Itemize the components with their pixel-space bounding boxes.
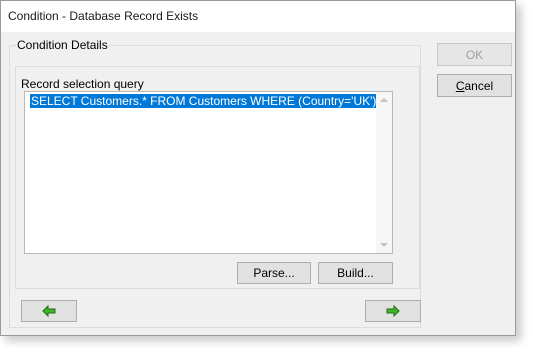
- parse-button[interactable]: Parse...: [237, 262, 311, 284]
- back-button[interactable]: [21, 300, 77, 322]
- cancel-accel-letter: C: [455, 78, 465, 93]
- query-text-selected: SELECT Customers.* FROM Customers WHERE …: [30, 94, 378, 108]
- build-button[interactable]: Build...: [318, 262, 393, 284]
- vertical-scrollbar[interactable]: [376, 92, 392, 253]
- window-title: Condition - Database Record Exists: [8, 9, 199, 23]
- cancel-label-rest: ancel: [464, 78, 494, 93]
- title-bar[interactable]: Condition - Database Record Exists: [1, 1, 515, 32]
- ok-button[interactable]: OK: [437, 43, 512, 66]
- next-button[interactable]: [365, 300, 421, 322]
- arrow-right-icon: [386, 305, 400, 317]
- query-text-line: SELECT Customers.* FROM Customers WHERE …: [30, 94, 378, 108]
- scroll-up-icon[interactable]: [380, 98, 388, 102]
- arrow-left-icon: [42, 305, 56, 317]
- record-selection-query-label: Record selection query: [21, 77, 144, 91]
- record-selection-query-textarea[interactable]: SELECT Customers.* FROM Customers WHERE …: [24, 91, 393, 254]
- cancel-button[interactable]: Cancel: [437, 74, 512, 97]
- condition-details-legend: Condition Details: [16, 38, 109, 52]
- scroll-down-icon[interactable]: [380, 243, 388, 247]
